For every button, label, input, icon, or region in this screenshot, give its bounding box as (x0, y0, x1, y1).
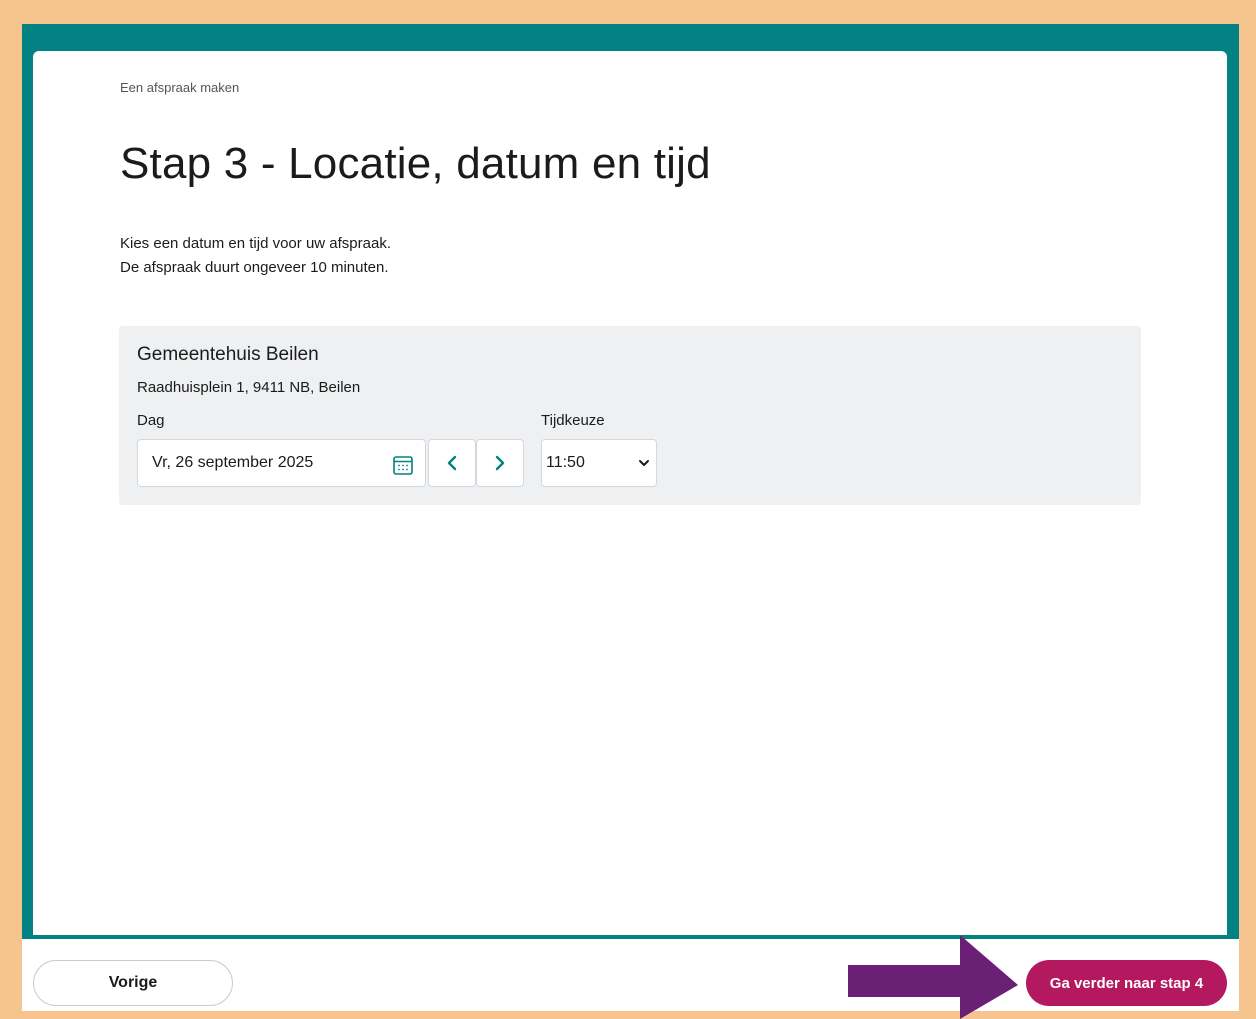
intro-line-1: Kies een datum en tijd voor uw afspraak. (120, 235, 391, 252)
previous-button[interactable]: Vorige (33, 960, 233, 1006)
location-address: Raadhuisplein 1, 9411 NB, Beilen (137, 379, 361, 396)
time-value: 11:50 (546, 454, 585, 471)
time-label: Tijdkeuze (541, 412, 605, 429)
next-day-button[interactable] (476, 439, 524, 487)
day-label: Dag (137, 412, 165, 429)
page-title: Stap 3 - Locatie, datum en tijd (120, 139, 711, 188)
chevron-right-icon (495, 455, 505, 471)
pointer-arrow-icon (848, 935, 1018, 1019)
date-input[interactable]: Vr, 26 september 2025 (137, 439, 426, 487)
location-name: Gemeentehuis Beilen (137, 344, 319, 365)
location-panel: Gemeentehuis Beilen Raadhuisplein 1, 941… (119, 326, 1141, 505)
intro-line-2: De afspraak duurt ongeveer 10 minuten. (120, 259, 389, 276)
breadcrumb: Een afspraak maken (120, 80, 240, 95)
chevron-left-icon (447, 455, 457, 471)
date-value: Vr, 26 september 2025 (152, 454, 314, 471)
previous-day-button[interactable] (428, 439, 476, 487)
time-select[interactable]: 11:50 (541, 439, 657, 487)
chevron-down-icon (639, 460, 649, 466)
intro-text: Kies een datum en tijd voor uw afspraak.… (120, 232, 391, 280)
calendar-icon[interactable] (392, 454, 414, 476)
main-card: Een afspraak maken Stap 3 - Locatie, dat… (33, 51, 1227, 935)
next-step-button[interactable]: Ga verder naar stap 4 (1026, 960, 1227, 1006)
footer-bar: Vorige Ga verder naar stap 4 (22, 939, 1239, 1011)
